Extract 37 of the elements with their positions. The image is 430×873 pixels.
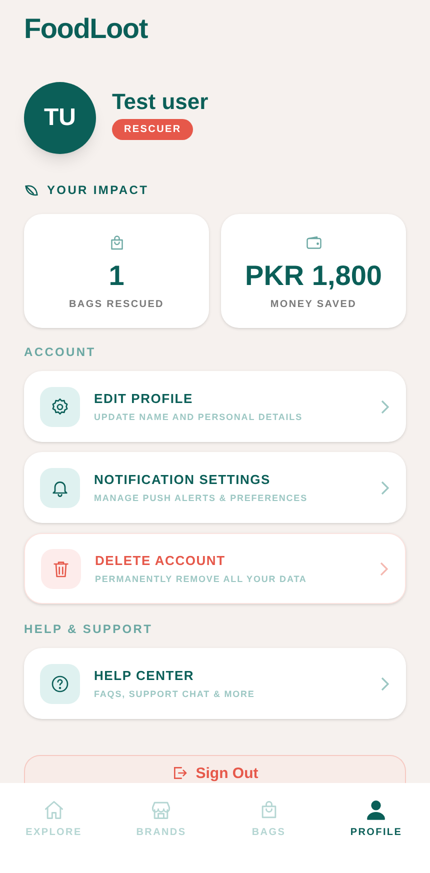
app-title: FoodLoot bbox=[24, 12, 148, 46]
wallet-icon bbox=[304, 234, 322, 252]
home-icon bbox=[42, 799, 65, 821]
settings-icon bbox=[50, 396, 70, 416]
menu-item[interactable]: HELP CENTER FAQS, SUPPORT CHAT & MORE bbox=[24, 648, 406, 719]
section-heading: HELP & SUPPORT bbox=[24, 621, 154, 638]
stat-value: PKR 1,800 bbox=[245, 259, 382, 293]
trash-icon bbox=[51, 558, 71, 578]
stat-label: MONEY SAVED bbox=[270, 298, 357, 312]
chevron-icon bbox=[380, 480, 390, 494]
sign-out-button[interactable]: Sign Out bbox=[24, 755, 406, 783]
item-subtitle: MANAGE PUSH ALERTS & PREFERENCES bbox=[94, 492, 308, 504]
leaf-icon bbox=[24, 182, 39, 198]
chevron-icon bbox=[379, 562, 389, 576]
section-heading: ACCOUNT bbox=[24, 344, 97, 361]
chevron-icon bbox=[380, 400, 390, 414]
item-title: EDIT PROFILE bbox=[94, 390, 194, 408]
user-name: Test user bbox=[112, 88, 208, 116]
role-badge: RESCUER bbox=[112, 119, 194, 140]
stat-value: 1 bbox=[108, 259, 124, 293]
section-heading: YOUR IMPACT bbox=[47, 182, 149, 199]
item-subtitle: FAQS, SUPPORT CHAT & MORE bbox=[94, 688, 256, 701]
item-subtitle: PERMANENTLY REMOVE ALL YOUR DATA bbox=[95, 572, 308, 586]
chevron-icon bbox=[380, 676, 390, 690]
sign-out-icon bbox=[172, 765, 188, 781]
stat-label: BAGS RESCUED bbox=[69, 298, 164, 312]
item-title: DELETE ACCOUNT bbox=[95, 552, 226, 570]
avatar: TU bbox=[24, 82, 96, 154]
store-icon bbox=[150, 799, 172, 821]
item-title: NOTIFICATION SETTINGS bbox=[94, 471, 272, 489]
menu-item[interactable]: NOTIFICATION SETTINGS MANAGE PUSH ALERTS & PREFERENCES bbox=[24, 452, 406, 523]
item-subtitle: UPDATE NAME AND PERSONAL DETAILS bbox=[94, 410, 304, 424]
menu-item[interactable]: EDIT PROFILE UPDATE NAME AND PERSONAL DETAILS bbox=[24, 371, 406, 442]
nav-tab[interactable]: PROFILE bbox=[322, 799, 430, 840]
item-title: HELP CENTER bbox=[94, 667, 196, 685]
help-icon bbox=[50, 674, 70, 694]
person-icon bbox=[365, 799, 388, 821]
